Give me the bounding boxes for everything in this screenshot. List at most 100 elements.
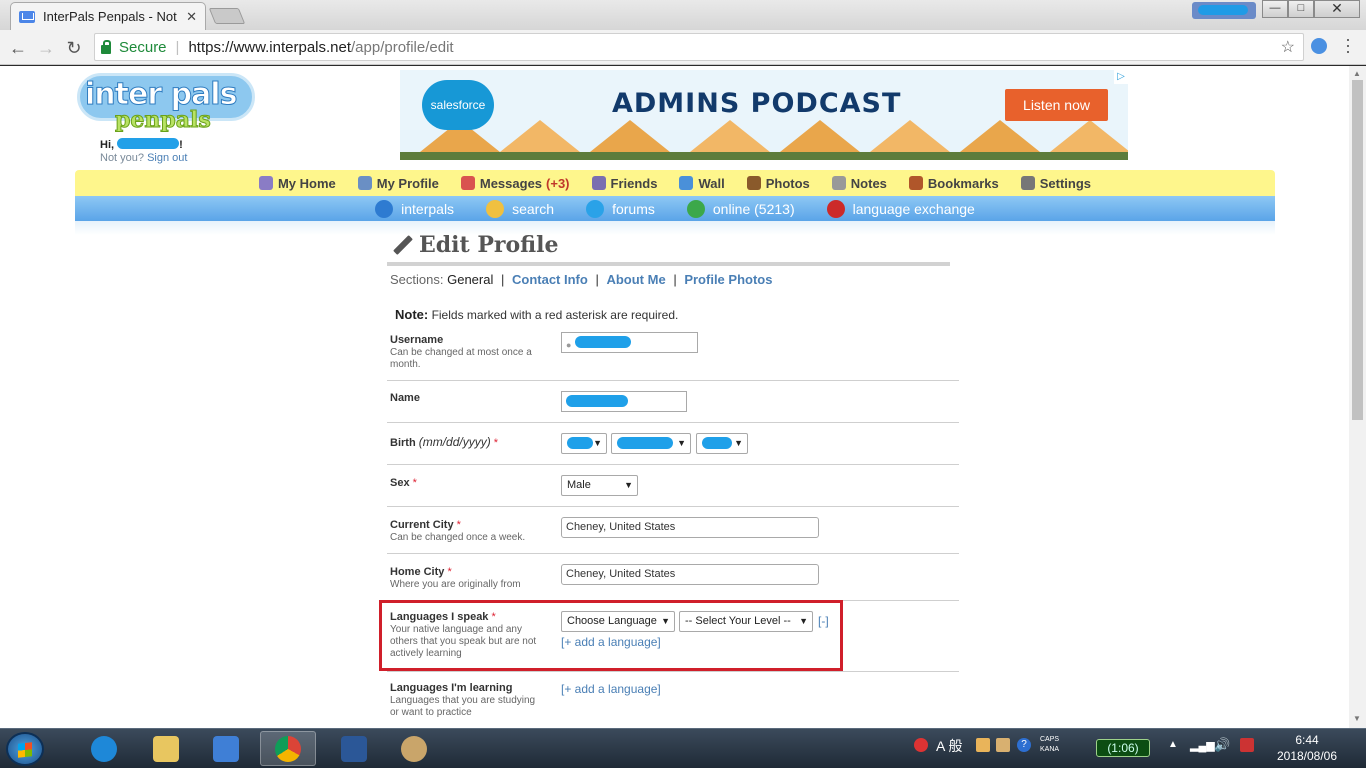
forward-arrow-icon[interactable]: →	[36, 38, 56, 59]
browser-menu-icon[interactable]: · · ·	[1343, 30, 1353, 60]
ime-indicator[interactable]: A 般	[936, 736, 962, 756]
username-field[interactable]: ●	[561, 332, 698, 353]
subnav-forums[interactable]: forums	[586, 199, 655, 218]
address-bar[interactable]: Secure | https://www.interpals.net/app/p…	[94, 33, 1304, 61]
logo-text-penpals: penpals	[115, 107, 212, 134]
tab-about-me[interactable]: About Me	[606, 272, 665, 287]
home-city-input[interactable]: Cheney, United States	[561, 564, 819, 585]
home-city-hint: Where you are originally from	[390, 579, 521, 590]
browser-tab[interactable]: InterPals Penpals - Not ✕	[10, 2, 206, 30]
bookmark-star-icon[interactable]: ☆	[1281, 37, 1295, 57]
tab-close-icon[interactable]: ✕	[186, 9, 197, 25]
word-icon	[341, 735, 367, 762]
lock-icon	[101, 39, 111, 54]
tab-profile-photos[interactable]: Profile Photos	[684, 272, 772, 287]
scroll-up-icon[interactable]: ▲	[1353, 69, 1361, 78]
scroll-down-icon[interactable]: ▼	[1353, 714, 1361, 723]
subnav-search[interactable]: search	[486, 199, 554, 218]
birth-year-select[interactable]: ▼	[696, 433, 748, 454]
tray-tool-icon[interactable]	[976, 738, 990, 752]
nav-my-profile[interactable]: My Profile	[357, 175, 439, 191]
volume-icon[interactable]: 🔊	[1214, 737, 1230, 753]
advertisement-banner[interactable]: salesforce ADMINS PODCAST Listen now ▷	[400, 70, 1128, 160]
nav-shadow	[75, 221, 1275, 235]
start-button[interactable]	[6, 732, 44, 766]
listen-now-button[interactable]: Listen now	[1005, 89, 1108, 121]
show-hidden-icons[interactable]: ▲	[1168, 739, 1178, 750]
scrollbar-thumb[interactable]	[1352, 80, 1363, 420]
profile-avatar-button[interactable]	[1192, 2, 1256, 19]
nav-label: Wall	[698, 175, 725, 191]
nav-photos[interactable]: Photos	[746, 176, 810, 191]
reload-icon[interactable]: ↻	[64, 38, 84, 59]
current-city-input[interactable]: Cheney, United States	[561, 517, 819, 538]
username-hint: Can be changed at most once a month.	[390, 347, 532, 370]
explorer-taskbar-button[interactable]	[138, 731, 194, 766]
browser-titlebar: InterPals Penpals - Not ✕ — □ ✕	[0, 0, 1366, 30]
name-field[interactable]	[561, 391, 687, 412]
ad-choices-icon[interactable]: ▷	[1114, 70, 1128, 84]
subnav-language[interactable]: language exchange	[826, 199, 975, 218]
media-player-icon	[213, 735, 239, 762]
nav-notes[interactable]: Notes	[831, 175, 887, 191]
battery-indicator[interactable]: (1:06)	[1096, 739, 1150, 757]
ad-headline: ADMINS PODCAST	[612, 88, 902, 119]
word-taskbar-button[interactable]	[326, 731, 382, 766]
tray-app-icon[interactable]	[914, 738, 928, 752]
tab-general[interactable]: General	[447, 272, 493, 287]
nav-label: Bookmarks	[927, 175, 999, 191]
subnav-label: language exchange	[852, 200, 975, 217]
nav-label: My Home	[277, 175, 336, 191]
chrome-taskbar-button[interactable]	[260, 731, 316, 766]
birth-label: Birth (mm/dd/yyyy) *	[390, 435, 499, 449]
birth-month-select[interactable]: ▼	[561, 433, 607, 454]
interpals-logo[interactable]: inter pals penpals	[77, 73, 255, 135]
nav-my-home[interactable]: My Home	[258, 175, 336, 191]
birth-day-select[interactable]: ▼	[611, 433, 691, 454]
maximize-button[interactable]: □	[1288, 0, 1314, 18]
subnav-interpals[interactable]: interpals	[375, 199, 454, 218]
system-clock[interactable]: 6:44 2018/08/06	[1270, 732, 1344, 764]
extension-icon[interactable]	[1311, 38, 1327, 54]
page-scrollbar[interactable]: ▲ ▼	[1349, 66, 1366, 728]
network-icon[interactable]: ▂▄▆	[1190, 739, 1215, 752]
address-separator: |	[175, 38, 180, 56]
back-arrow-icon[interactable]: ←	[8, 38, 28, 59]
page-viewport: inter pals penpals Hi, ! Not you? Sign o…	[0, 66, 1349, 728]
nav-friends[interactable]: Friends	[591, 176, 657, 191]
close-window-button[interactable]: ✕	[1314, 0, 1360, 18]
action-center-icon[interactable]	[1240, 738, 1254, 752]
new-tab-button[interactable]	[208, 8, 246, 24]
nav-messages[interactable]: Messages (+3)	[460, 175, 570, 191]
languages-learning-hint: Languages that you are studying or want …	[390, 695, 536, 718]
add-learning-language-link[interactable]: [+ add a language]	[561, 682, 661, 696]
name-label: Name	[390, 392, 420, 404]
subnav-label: forums	[612, 200, 655, 217]
ie-taskbar-button[interactable]	[76, 731, 132, 766]
help-icon[interactable]: ?	[1017, 738, 1031, 752]
nav-settings[interactable]: Settings	[1020, 176, 1091, 191]
tray-box-icon[interactable]	[996, 738, 1010, 752]
media-taskbar-button[interactable]	[198, 731, 254, 766]
subnav-online[interactable]: online (5213)	[686, 199, 795, 218]
name-row: Name	[387, 381, 959, 423]
home-city-label: Home City *	[390, 566, 452, 578]
tab-contact-info[interactable]: Contact Info	[512, 272, 588, 287]
current-city-row: Current City * Can be changed once a wee…	[387, 507, 959, 554]
current-city-label: Current City *	[390, 519, 461, 531]
minimize-button[interactable]: —	[1262, 0, 1288, 18]
ad-ground	[400, 152, 1128, 160]
paint-taskbar-button[interactable]	[386, 731, 442, 766]
nav-label: My Profile	[376, 175, 439, 191]
nav-label: Messages	[479, 175, 543, 191]
nav-bookmarks[interactable]: Bookmarks	[908, 175, 999, 191]
nav-label: Notes	[850, 175, 887, 191]
sign-out-link[interactable]: Sign out	[147, 152, 187, 164]
envelope-icon	[460, 176, 475, 190]
nav-wall[interactable]: Wall	[679, 175, 725, 191]
message-count-badge: (+3)	[546, 175, 570, 191]
chat-bubble-icon	[586, 199, 605, 218]
subnav-label: online (5213)	[712, 200, 795, 217]
notes-icon	[831, 176, 846, 190]
sex-select[interactable]: Male ▼	[561, 475, 638, 496]
